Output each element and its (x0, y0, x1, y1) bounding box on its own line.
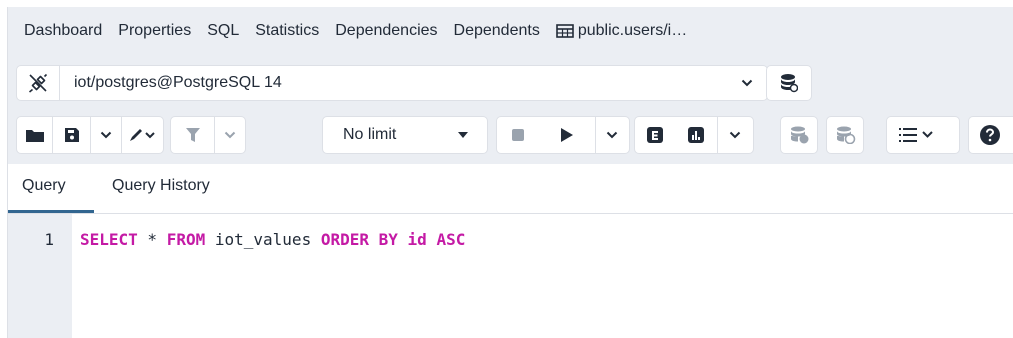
left-border (0, 7, 8, 338)
explain-icon (647, 127, 663, 143)
sql-keyword: SELECT (80, 230, 138, 249)
tab-dependents[interactable]: Dependents (446, 7, 548, 54)
query-tab-bar: Query Query History (8, 164, 1013, 214)
table-icon (556, 23, 574, 38)
file-group (16, 116, 164, 154)
explain-dropdown-icon (729, 131, 741, 139)
explain-dropdown-button[interactable] (717, 117, 752, 153)
tab-label: Statistics (255, 21, 320, 39)
tab-label: Properties (118, 21, 192, 39)
execute-button[interactable] (539, 117, 595, 153)
filter-dropdown-icon (224, 131, 236, 139)
sql-keyword: ASC (436, 230, 466, 249)
tab-query-tool[interactable]: public.users/i… (548, 7, 695, 54)
connection-label: iot/postgres@PostgreSQL 14 (74, 74, 282, 91)
line-number: 1 (44, 230, 54, 249)
tab-properties[interactable]: Properties (110, 7, 199, 54)
macros-button[interactable] (886, 116, 960, 154)
limit-label: No limit (343, 126, 397, 143)
tab-dependencies[interactable]: Dependencies (327, 7, 445, 54)
save-button[interactable] (52, 117, 90, 153)
macros-icon (899, 128, 933, 142)
explain-analyze-button[interactable] (675, 117, 717, 153)
top-margin (0, 0, 1013, 7)
sql-text: * (137, 230, 167, 249)
tab-label: public.users/i… (577, 21, 688, 39)
sql-text: iot_values (205, 230, 321, 249)
new-connection-button[interactable] (766, 65, 812, 101)
help-button[interactable] (968, 116, 1013, 154)
save-dropdown-icon (100, 131, 112, 139)
tab-query-history[interactable]: Query History (112, 177, 210, 195)
filter-dropdown-button[interactable] (214, 117, 245, 153)
limit-select[interactable]: No limit (322, 116, 488, 154)
tab-label: Dependents (453, 21, 540, 39)
chevron-down-icon[interactable] (727, 79, 767, 87)
disconnect-icon[interactable] (17, 66, 60, 100)
rollback-icon (837, 126, 856, 144)
tab-label: Dependencies (335, 21, 438, 39)
database-icon (781, 74, 798, 93)
edit-button[interactable] (120, 117, 163, 153)
execute-dropdown-icon (606, 131, 618, 139)
code-line[interactable]: SELECT * FROM iot_values ORDER BY id ASC (80, 230, 465, 249)
explain-group (634, 116, 754, 154)
tab-sql[interactable]: SQL (199, 7, 247, 54)
execute-icon (561, 128, 573, 142)
filter-button[interactable] (171, 117, 214, 153)
filter-group (170, 116, 246, 154)
connection-bar: iot/postgres@PostgreSQL 14 (8, 54, 1013, 111)
sql-keyword: ORDER BY (320, 230, 398, 249)
open-file-icon (25, 130, 44, 142)
save-dropdown-button[interactable] (90, 117, 120, 153)
filter-icon (185, 128, 200, 142)
explain-analyze-icon (688, 127, 704, 143)
stop-button[interactable] (497, 117, 539, 153)
object-tab-bar: Dashboard Properties SQL Statistics Depe… (8, 7, 1013, 54)
tab-statistics[interactable]: Statistics (247, 7, 327, 54)
help-icon (980, 125, 1000, 145)
tab-query[interactable]: Query (22, 177, 66, 195)
explain-button[interactable] (635, 117, 675, 153)
sql-editor[interactable]: 1 SELECT * FROM iot_values ORDER BY id A… (8, 214, 1013, 338)
edit-icon (130, 129, 156, 141)
tab-label: Dashboard (24, 21, 103, 39)
tab-label: SQL (207, 21, 240, 39)
commit-icon (791, 126, 809, 144)
open-file-button[interactable] (17, 117, 52, 153)
line-number-gutter: 1 (8, 214, 72, 338)
query-toolbar: No limit (8, 111, 1013, 164)
caret-down-icon (458, 132, 468, 138)
rollback-button[interactable] (826, 116, 864, 154)
save-icon (64, 128, 79, 142)
execute-group (496, 116, 630, 154)
connection-select[interactable]: iot/postgres@PostgreSQL 14 (16, 65, 768, 101)
active-tab-indicator (8, 210, 94, 213)
sql-keyword: id (407, 230, 427, 249)
commit-button[interactable] (780, 116, 818, 154)
execute-dropdown-button[interactable] (595, 117, 628, 153)
sql-keyword: FROM (166, 230, 206, 249)
tab-dashboard[interactable]: Dashboard (8, 7, 110, 54)
stop-icon (512, 129, 524, 141)
